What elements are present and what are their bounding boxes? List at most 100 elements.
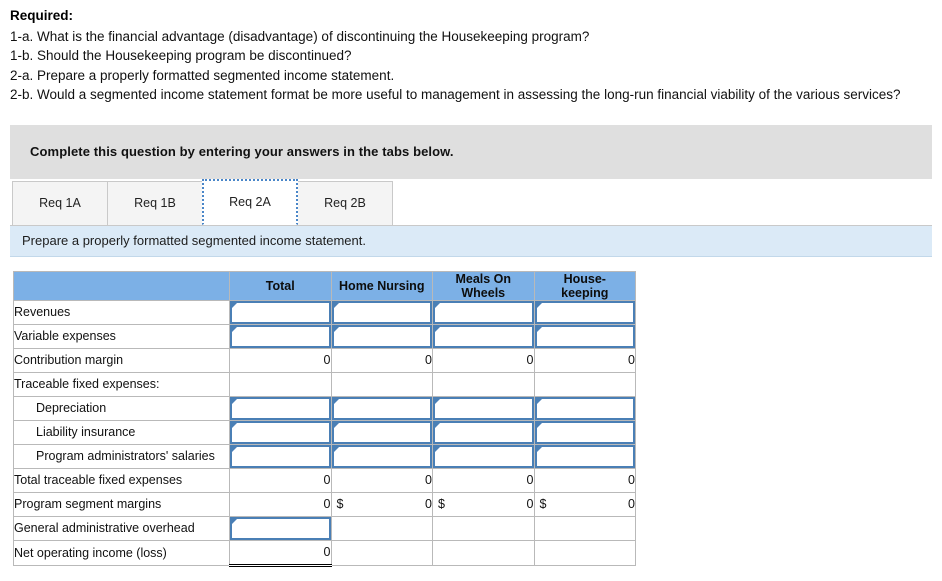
required-title: Required: [10,8,74,23]
computed-cell-home-nursing: 0 [330,467,433,493]
cell-value: 0 [323,497,331,512]
input-cell-meals-on-wheels[interactable] [432,395,535,421]
input-cell-home-nursing[interactable] [330,443,433,469]
row-label: Program segment margins [13,491,230,517]
computed-cell-housekeeping: $0 [533,491,636,517]
tab-req-2b[interactable]: Req 2B [297,180,393,225]
table-header: Total Home Nursing Meals On Wheels House-… [13,270,636,301]
blank-cell-total [229,371,332,397]
cell-value: 0 [425,353,432,368]
blank-cell-home-nursing [330,371,433,397]
header-meals-on-wheels: Meals On Wheels [432,270,535,301]
table-row: Traceable fixed expenses: [13,371,636,397]
computed-cell-home-nursing: 0 [330,347,433,373]
input-cell-housekeeping[interactable] [533,323,636,349]
input-cell-total[interactable] [229,515,332,541]
header-total: Total [229,270,332,301]
complete-question-banner: Complete this question by entering your … [10,124,932,179]
cell-value: 0 [323,545,331,560]
row-label: Net operating income (loss) [13,539,230,566]
row-label: Depreciation [13,395,230,421]
cell-value: 0 [628,353,635,368]
required-line-1b: 1-b. Should the Housekeeping program be … [10,48,352,64]
input-cell-meals-on-wheels[interactable] [432,299,535,325]
row-label: Total traceable fixed expenses [13,467,230,493]
row-label: General administrative overhead [13,515,230,541]
tab-instruction-text: Prepare a properly formatted segmented i… [22,233,366,249]
input-cell-total[interactable] [229,443,332,469]
input-cell-home-nursing[interactable] [330,419,433,445]
input-cell-total[interactable] [229,419,332,445]
header-housekeeping-line2: keeping [561,285,609,300]
blank-cell-housekeeping [533,371,636,397]
blank-cell-housekeeping [533,515,636,541]
required-line-2a: 2-a. Prepare a properly formatted segmen… [10,67,395,83]
segmented-income-statement-sheet: Total Home Nursing Meals On Wheels House-… [13,270,636,567]
table-row: General administrative overhead [13,515,636,541]
header-housekeeping: House-keeping [533,270,636,301]
input-cell-total[interactable] [229,299,332,325]
cell-value: 0 [425,497,432,512]
dollar-sign: $ [336,497,344,512]
input-cell-home-nursing[interactable] [330,395,433,421]
row-label: Program administrators' salaries [13,443,230,469]
computed-cell-meals-on-wheels: 0 [432,347,535,373]
row-label: Liability insurance [13,419,230,445]
input-cell-meals-on-wheels[interactable] [432,323,535,349]
tab-req-2a[interactable]: Req 2A [202,178,298,225]
computed-cell-housekeeping: 0 [533,467,636,493]
computed-cell-total: 0 [229,491,332,517]
tab-req-2a-label: Req 2A [229,195,271,210]
input-cell-total[interactable] [229,395,332,421]
cell-value: 0 [323,473,331,488]
tab-req-2b-label: Req 2B [324,196,366,211]
blank-cell-housekeeping [533,539,636,566]
input-cell-housekeeping[interactable] [533,395,636,421]
computed-cell-home-nursing: $0 [330,491,433,517]
cell-value: 0 [323,353,331,368]
row-label: Traceable fixed expenses: [13,371,230,397]
cell-value: 0 [526,473,534,488]
input-cell-meals-on-wheels[interactable] [432,419,535,445]
input-cell-housekeeping[interactable] [533,299,636,325]
tab-req-1b-label: Req 1B [134,196,176,211]
computed-cell-total: 0 [229,539,332,567]
cell-value: 0 [628,497,635,512]
table-row: Program segment margins 0 $0 $0 $0 [13,491,636,517]
table-row: Total traceable fixed expenses 0 0 0 0 [13,467,636,493]
cell-value: 0 [628,473,635,488]
computed-cell-meals-on-wheels: 0 [432,467,535,493]
blank-cell-meals-on-wheels [432,515,535,541]
tab-req-1a[interactable]: Req 1A [12,180,108,225]
table-row: Net operating income (loss) 0 [13,539,636,567]
blank-cell-home-nursing [330,515,433,541]
header-blank [13,270,230,301]
input-cell-total[interactable] [229,323,332,349]
input-cell-home-nursing[interactable] [330,323,433,349]
row-label: Variable expenses [13,323,230,349]
tab-list: Req 1A Req 1B Req 2A Req 2B [10,178,932,225]
input-cell-housekeeping[interactable] [533,419,636,445]
input-cell-housekeeping[interactable] [533,443,636,469]
row-label: Contribution margin [13,347,230,373]
blank-cell-meals-on-wheels [432,371,535,397]
input-cell-home-nursing[interactable] [330,299,433,325]
dollar-sign: $ [438,497,445,512]
blank-cell-meals-on-wheels [432,539,535,566]
required-line-2b: 2-b. Would a segmented income statement … [10,87,901,103]
cell-value: 0 [425,473,432,488]
required-line-1a: 1-a. What is the financial advantage (di… [10,28,590,44]
table-row: Program administrators' salaries [13,443,636,469]
cell-value: 0 [526,497,534,512]
tab-req-1b[interactable]: Req 1B [107,180,203,225]
header-meals-on-wheels-line2: Wheels [461,285,506,300]
computed-cell-total: 0 [229,347,332,373]
header-meals-on-wheels-line1: Meals On [455,271,512,286]
table-row: Contribution margin 0 0 0 0 [13,347,636,373]
tab-req-1a-label: Req 1A [39,196,81,211]
input-cell-meals-on-wheels[interactable] [432,443,535,469]
computed-cell-total: 0 [229,467,332,493]
table-row: Depreciation [13,395,636,421]
row-label: Revenues [13,299,230,325]
computed-cell-housekeeping: 0 [533,347,636,373]
